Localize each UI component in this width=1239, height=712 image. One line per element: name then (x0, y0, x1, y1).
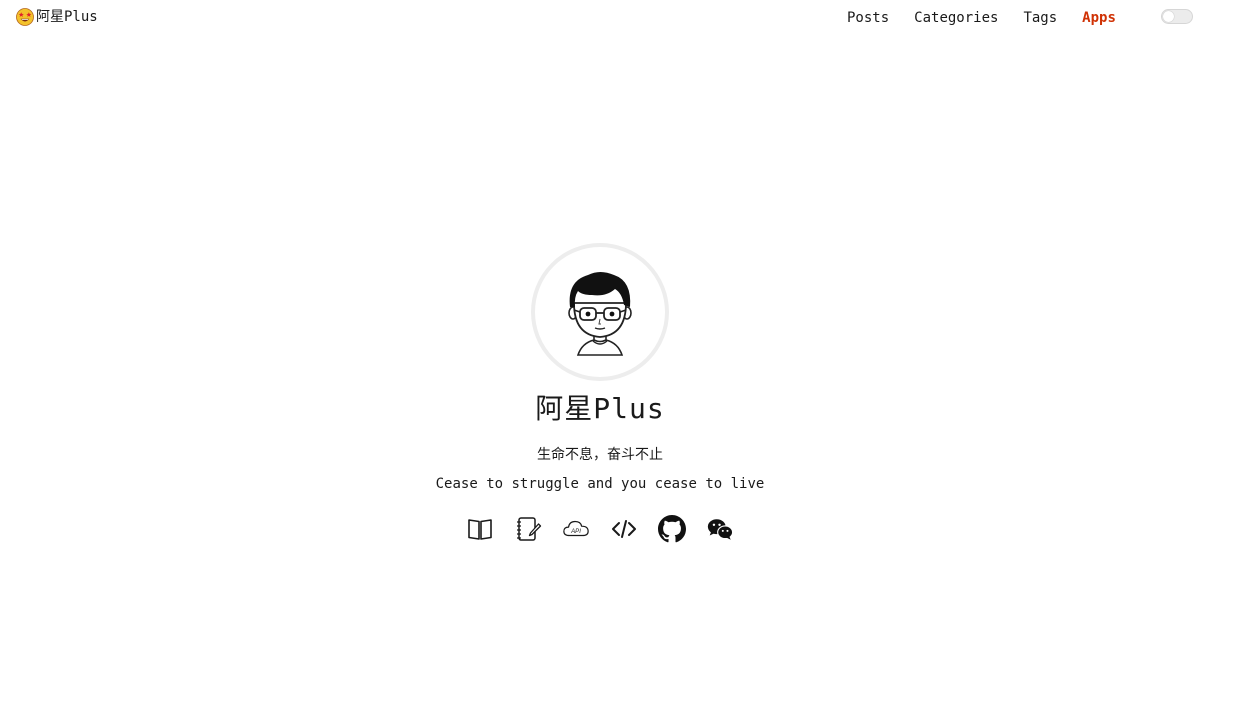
svg-text:API: API (570, 529, 581, 535)
subtitle-english: Cease to struggle and you cease to live (435, 476, 765, 492)
nav-item-categories[interactable]: Categories (914, 8, 998, 28)
api-link[interactable]: API (561, 514, 591, 544)
nav-item-tags[interactable]: Tags (1023, 8, 1057, 28)
logo-text: 阿星Plus (36, 9, 98, 25)
book-link[interactable] (465, 514, 495, 544)
nav-item-posts[interactable]: Posts (847, 8, 889, 28)
nav-item-apps[interactable]: Apps (1082, 8, 1116, 28)
profile: 阿星Plus 生命不息，奋斗不止 Cease to struggle and y… (0, 243, 1200, 544)
social-links: API (456, 514, 744, 544)
star-struck-emoji-icon (16, 8, 34, 26)
avatar (531, 243, 669, 381)
notebook-link[interactable] (513, 514, 543, 544)
book-icon (468, 519, 492, 540)
site-title: 阿星Plus (535, 392, 665, 425)
header: 阿星Plus Posts Categories Tags Apps (0, 0, 1239, 34)
code-link[interactable] (609, 514, 639, 544)
main-nav: Posts Categories Tags Apps (847, 8, 1141, 28)
github-link[interactable] (657, 514, 687, 544)
theme-toggle[interactable] (1161, 9, 1193, 24)
subtitle-chinese: 生命不息，奋斗不止 (537, 447, 663, 463)
logo-link[interactable]: 阿星Plus (16, 7, 98, 27)
wechat-link[interactable] (705, 514, 735, 544)
code-icon (612, 520, 636, 538)
avatar-cartoon-glasses-icon (568, 272, 632, 356)
page: 阿星Plus Posts Categories Tags Apps 阿星Plus… (0, 0, 1239, 712)
github-icon (658, 515, 686, 543)
theme-toggle-knob (1163, 11, 1174, 22)
notebook-icon (517, 517, 542, 541)
wechat-icon (707, 519, 734, 540)
api-cloud-icon: API (563, 520, 589, 537)
